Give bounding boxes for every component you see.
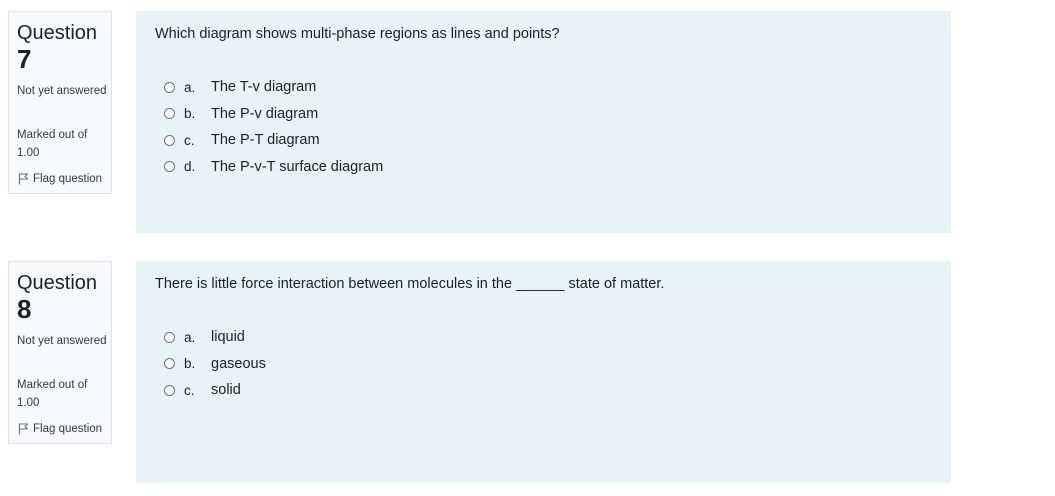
answer-letter: a. xyxy=(184,79,196,95)
question-label: Question xyxy=(17,272,98,294)
answer-text: liquid xyxy=(211,329,245,346)
question-content: There is little force interaction betwee… xyxy=(136,261,951,483)
answer-option-a[interactable]: a. The T-v diagram xyxy=(164,74,383,101)
answer-option-c[interactable]: c. The P-T diagram xyxy=(164,127,383,154)
flag-question-label: Flag question xyxy=(33,173,103,185)
answer-text: gaseous xyxy=(211,355,266,372)
answer-letter: c. xyxy=(184,132,195,148)
question-text: Which diagram shows multi-phase regions … xyxy=(155,26,560,42)
question-grade: Marked out of 1.00 xyxy=(17,129,88,159)
answer-letter: b. xyxy=(184,106,196,122)
question-number: 8 xyxy=(17,294,32,324)
question-state: Not yet answered xyxy=(17,335,107,347)
question-text: There is little force interaction betwee… xyxy=(155,276,665,292)
answer-letter: d. xyxy=(184,159,196,175)
radio-unchecked-icon[interactable] xyxy=(164,108,175,120)
flag-question-link[interactable]: Flag question xyxy=(18,421,102,437)
answer-list: a. The T-v diagram b. The P-v diagram c.… xyxy=(164,74,383,180)
answer-option-c[interactable]: c. solid xyxy=(164,377,266,404)
answer-letter: c. xyxy=(184,382,195,398)
flag-icon xyxy=(18,173,29,185)
flag-icon xyxy=(18,423,29,435)
answer-option-b[interactable]: b. The P-v diagram xyxy=(164,101,383,128)
radio-unchecked-icon[interactable] xyxy=(164,384,175,396)
answer-letter: b. xyxy=(184,356,196,372)
answer-letter: a. xyxy=(184,329,196,345)
answer-list: a. liquid b. gaseous c. solid xyxy=(164,324,266,404)
answer-option-a[interactable]: a. liquid xyxy=(164,324,266,351)
flag-question-label: Flag question xyxy=(33,423,103,435)
question-8: Question 8 Not yet answered Marked out o… xyxy=(0,250,1055,490)
question-state: Not yet answered xyxy=(17,85,107,97)
question-label: Question xyxy=(17,22,98,44)
question-info-panel: Question 8 Not yet answered Marked out o… xyxy=(8,261,112,444)
radio-unchecked-icon[interactable] xyxy=(164,358,175,370)
answer-text: solid xyxy=(211,382,241,399)
answer-option-b[interactable]: b. gaseous xyxy=(164,351,266,378)
radio-unchecked-icon[interactable] xyxy=(164,134,175,146)
answer-text: The P-T diagram xyxy=(211,132,320,149)
question-number: 7 xyxy=(17,44,32,74)
radio-unchecked-icon[interactable] xyxy=(164,81,175,93)
answer-text: The T-v diagram xyxy=(211,79,317,96)
question-grade: Marked out of 1.00 xyxy=(17,379,88,409)
question-info-panel: Question 7 Not yet answered Marked out o… xyxy=(8,11,112,194)
question-7: Question 7 Not yet answered Marked out o… xyxy=(0,0,1055,240)
answer-option-d[interactable]: d. The P-v-T surface diagram xyxy=(164,154,383,181)
flag-question-link[interactable]: Flag question xyxy=(18,171,102,187)
radio-unchecked-icon[interactable] xyxy=(164,161,175,173)
answer-text: The P-v-T surface diagram xyxy=(211,158,384,175)
radio-unchecked-icon[interactable] xyxy=(164,331,175,343)
question-content: Which diagram shows multi-phase regions … xyxy=(136,11,951,233)
answer-text: The P-v diagram xyxy=(211,105,319,122)
